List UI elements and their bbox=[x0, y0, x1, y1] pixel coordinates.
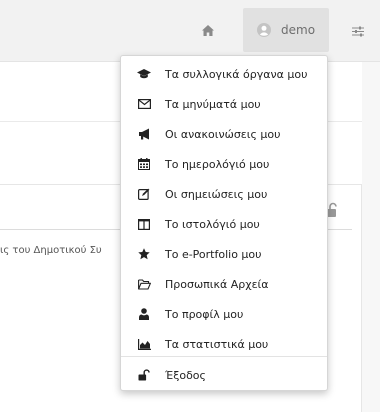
panel-text: ις του Δημοτικού Συ bbox=[0, 245, 102, 256]
user-icon bbox=[137, 307, 151, 321]
page-scroll-gutter bbox=[362, 62, 380, 412]
menu-item-label: Τα συλλογικά όργανα μου bbox=[165, 67, 308, 81]
user-name: demo bbox=[281, 23, 316, 37]
envelope-icon bbox=[137, 97, 151, 111]
user-dropdown-menu: Τα συλλογικά όργανα μου Τα μηνύματά μου … bbox=[120, 55, 328, 391]
menu-item-announcements[interactable]: Οι ανακοινώσεις μου bbox=[121, 119, 327, 149]
logout-label: Έξοδος bbox=[165, 368, 206, 382]
menu-item-label: Το ιστολόγιό μου bbox=[165, 217, 260, 231]
menu-item-label: Το ημερολόγιό μου bbox=[165, 157, 270, 171]
columns-icon bbox=[137, 217, 151, 231]
menu-item-notes[interactable]: Οι σημειώσεις μου bbox=[121, 179, 327, 209]
calendar-icon bbox=[137, 157, 151, 171]
menu-item-collective-bodies[interactable]: Τα συλλογικά όργανα μου bbox=[121, 59, 327, 89]
menu-item-profile[interactable]: Το προφίλ μου bbox=[121, 299, 327, 329]
menu-divider bbox=[121, 356, 327, 357]
menu-item-messages[interactable]: Τα μηνύματά μου bbox=[121, 89, 327, 119]
menu-item-calendar[interactable]: Το ημερολόγιό μου bbox=[121, 149, 327, 179]
menu-item-label: Οι σημειώσεις μου bbox=[165, 187, 268, 201]
logout-menu-item[interactable]: Έξοδος bbox=[121, 360, 327, 390]
top-navbar: demo bbox=[0, 0, 380, 62]
unlock-icon bbox=[137, 368, 151, 382]
user-menu-button[interactable]: demo bbox=[243, 8, 329, 52]
menu-item-label: Προσωπικά Αρχεία bbox=[165, 277, 269, 291]
bullhorn-icon bbox=[137, 127, 151, 141]
menu-item-label: Τα στατιστικά μου bbox=[165, 337, 269, 351]
star-icon bbox=[137, 247, 151, 261]
menu-item-statistics[interactable]: Τα στατιστικά μου bbox=[121, 329, 327, 359]
menu-item-label: Το προφίλ μου bbox=[165, 307, 244, 321]
user-avatar-icon bbox=[257, 23, 271, 37]
home-button[interactable] bbox=[186, 8, 230, 52]
menu-item-label: Το e-Portfolio μου bbox=[165, 247, 262, 261]
graduation-cap-icon bbox=[137, 67, 151, 81]
menu-item-label: Οι ανακοινώσεις μου bbox=[165, 127, 281, 141]
folder-open-icon bbox=[137, 277, 151, 291]
home-icon bbox=[202, 24, 214, 36]
sliders-icon bbox=[352, 26, 364, 36]
unlock-icon bbox=[327, 202, 337, 217]
menu-item-eportfolio[interactable]: Το e-Portfolio μου bbox=[121, 239, 327, 269]
edit-note-icon bbox=[137, 187, 151, 201]
menu-item-personal-files[interactable]: Προσωπικά Αρχεία bbox=[121, 269, 327, 299]
menu-item-label: Τα μηνύματά μου bbox=[165, 97, 261, 111]
area-chart-icon bbox=[137, 337, 151, 351]
menu-item-blog[interactable]: Το ιστολόγιό μου bbox=[121, 209, 327, 239]
settings-button[interactable] bbox=[344, 20, 372, 42]
